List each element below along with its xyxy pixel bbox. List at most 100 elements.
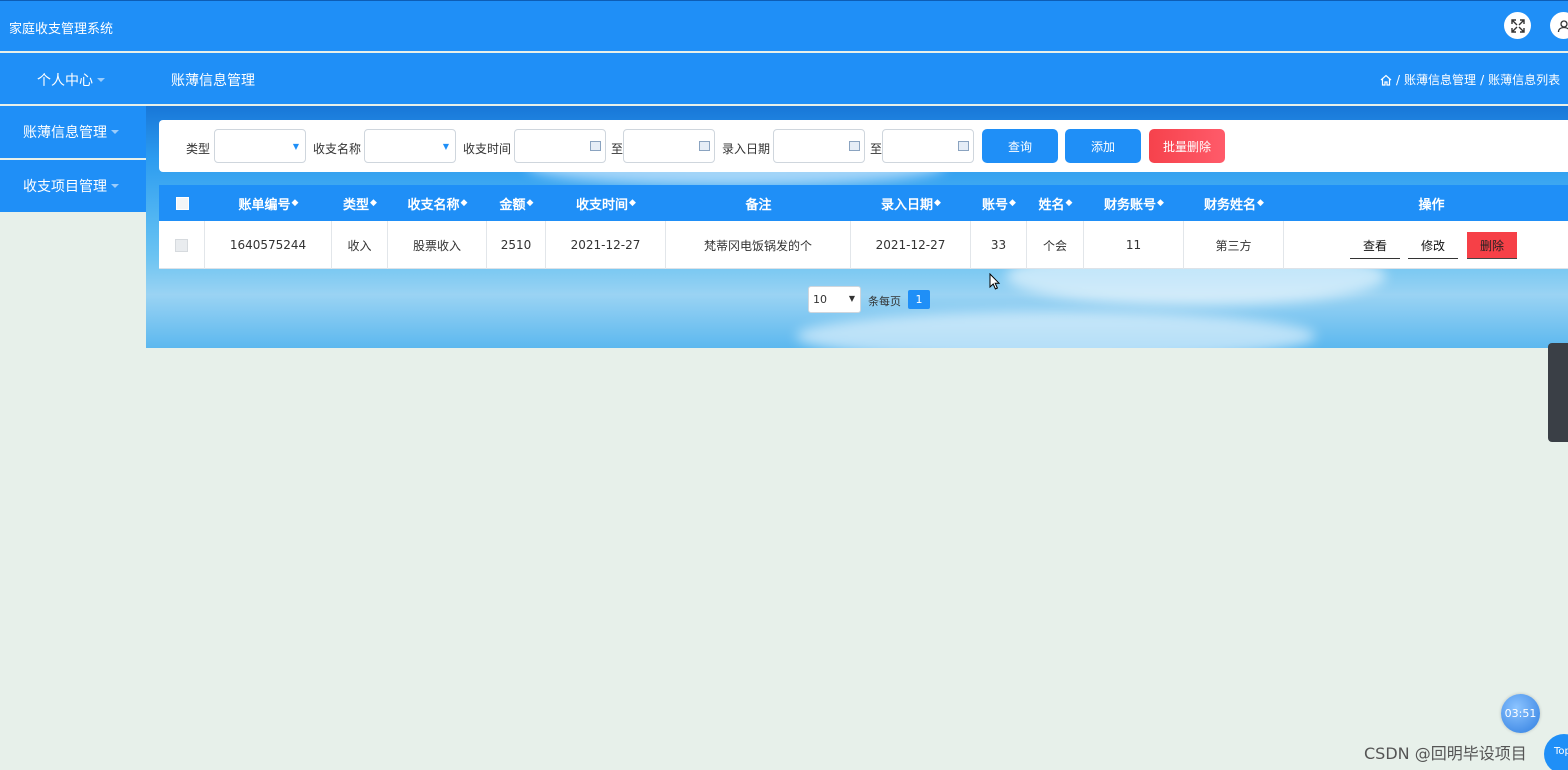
column-header-entry-date[interactable]: 录入日期 ◆	[851, 185, 971, 221]
delete-button[interactable]: 删除	[1467, 232, 1517, 259]
column-header-label: 财务账号	[1104, 197, 1157, 213]
entry-start-input[interactable]	[773, 129, 865, 163]
cell-type: 收入	[332, 221, 388, 269]
mouse-cursor-icon	[989, 273, 1001, 290]
expand-icon	[1510, 18, 1525, 33]
calendar-icon	[849, 141, 860, 151]
sidebar-item-items[interactable]: 收支项目管理	[0, 160, 146, 212]
per-page-label: 条每页	[868, 295, 901, 308]
fullscreen-button[interactable]	[1504, 12, 1531, 39]
column-header-label: 录入日期	[881, 197, 934, 213]
breadcrumb: / 账薄信息管理 / 账薄信息列表	[1380, 71, 1560, 88]
sidebar: 账薄信息管理 收支项目管理	[0, 106, 146, 214]
column-header-label: 收支时间	[576, 197, 629, 213]
caret-down-icon	[111, 184, 119, 188]
breadcrumb-item: 账薄信息列表	[1488, 73, 1561, 87]
view-button[interactable]: 查看	[1350, 232, 1400, 259]
caret-down-icon	[97, 78, 105, 82]
caret-down-icon	[111, 130, 119, 134]
sort-icon: ◆	[1065, 198, 1073, 208]
entry-end-input[interactable]	[882, 129, 974, 163]
column-header-label: 操作	[1418, 197, 1445, 213]
background-cloud	[796, 311, 1316, 348]
time-end-input[interactable]	[623, 129, 715, 163]
column-header-name[interactable]: 收支名称 ◆	[388, 185, 487, 221]
column-header-label: 金额	[499, 197, 526, 213]
watermark: CSDN @回明毕设项目	[1364, 744, 1527, 763]
page-title: 账薄信息管理	[171, 73, 255, 89]
sort-icon: ◆	[1157, 198, 1164, 208]
sort-icon: ◆	[1009, 198, 1016, 208]
column-header-label: 收支名称	[407, 197, 460, 213]
column-header-username[interactable]: 姓名 ◆	[1027, 185, 1084, 221]
personal-center-label: 个人中心	[37, 73, 93, 89]
page-size-select[interactable]: 10 ▼	[808, 286, 861, 313]
cell-actions: 查看 修改 删除	[1284, 221, 1568, 269]
column-header-amount[interactable]: 金额 ◆	[487, 185, 546, 221]
app-title: 家庭收支管理系统	[9, 22, 114, 37]
to-label: 至	[870, 142, 883, 156]
entry-date-label: 录入日期	[722, 142, 771, 156]
breadcrumb-item[interactable]: 账薄信息管理	[1404, 71, 1476, 88]
cell-account: 33	[971, 221, 1027, 269]
sort-icon: ◆	[1257, 198, 1264, 208]
dropdown-arrow-icon: ▼	[442, 142, 449, 151]
column-header-label: 账单编号	[238, 197, 291, 213]
column-header-label: 财务姓名	[1204, 197, 1257, 213]
edit-button[interactable]: 修改	[1408, 232, 1458, 259]
type-label: 类型	[186, 142, 211, 156]
table-header: 账单编号 ◆ 类型 ◆ 收支名称 ◆ 金额 ◆ 收支时间 ◆ 备注 录入日期 ◆ 账号 ◆ 姓…	[159, 185, 1568, 221]
sort-icon: ◆	[629, 198, 636, 208]
personal-center-menu[interactable]: 个人中心	[37, 70, 105, 90]
cell-fin-account: 11	[1084, 221, 1184, 269]
table-row: 1640575244 收入 股票收入 2510 2021-12-27 梵蒂冈电饭…	[159, 221, 1568, 269]
select-all-cell	[159, 185, 205, 221]
cell-bill-no: 1640575244	[205, 221, 332, 269]
sort-icon: ◆	[291, 198, 299, 208]
sort-icon: ◆	[460, 198, 468, 208]
time-start-input[interactable]	[514, 129, 606, 163]
type-select[interactable]: ▼	[214, 129, 306, 163]
sort-icon: ◆	[370, 198, 377, 208]
column-header-fin-name[interactable]: 财务姓名 ◆	[1184, 185, 1284, 221]
cell-amount: 2510	[487, 221, 546, 269]
dropdown-arrow-icon: ▼	[848, 294, 855, 303]
search-button[interactable]: 查询	[982, 129, 1058, 163]
dropdown-arrow-icon: ▼	[292, 142, 299, 151]
column-header-type[interactable]: 类型 ◆	[332, 185, 388, 221]
cell-time: 2021-12-27	[546, 221, 666, 269]
cell-fin-name: 第三方	[1184, 221, 1284, 269]
column-header-label: 姓名	[1038, 197, 1065, 213]
side-panel-handle[interactable]	[1548, 343, 1568, 442]
page-number-current[interactable]: 1	[908, 290, 930, 309]
batch-delete-button[interactable]: 批量删除	[1149, 129, 1225, 163]
column-header-account[interactable]: 账号 ◆	[971, 185, 1027, 221]
user-icon	[1557, 19, 1568, 32]
timer-badge: 03:51	[1501, 694, 1540, 733]
column-header-time[interactable]: 收支时间 ◆	[546, 185, 666, 221]
column-header-fin-account[interactable]: 财务账号 ◆	[1084, 185, 1184, 221]
column-header-bill-no[interactable]: 账单编号 ◆	[205, 185, 332, 221]
calendar-icon	[958, 141, 969, 151]
column-header-note: 备注	[666, 185, 851, 221]
nav-bar: 个人中心 账薄信息管理 / 账薄信息管理 / 账薄信息列表	[0, 53, 1568, 104]
add-button[interactable]: 添加	[1065, 129, 1141, 163]
name-select[interactable]: ▼	[364, 129, 456, 163]
cell-note: 梵蒂冈电饭锅发的个	[666, 221, 851, 269]
to-label: 至	[611, 142, 624, 156]
cell-entry-date: 2021-12-27	[851, 221, 971, 269]
back-to-top-button[interactable]: Top	[1544, 734, 1568, 770]
column-header-actions: 操作	[1284, 185, 1568, 221]
filter-form: 类型 ▼ 收支名称 ▼ 收支时间 至 录入日期 至 查询 添加 批量删除	[159, 120, 1568, 172]
user-button[interactable]	[1550, 12, 1568, 39]
home-icon[interactable]	[1380, 74, 1392, 86]
sidebar-item-label: 收支项目管理	[23, 179, 107, 195]
sort-icon: ◆	[526, 198, 534, 208]
sidebar-item-ledger[interactable]: 账薄信息管理	[0, 106, 146, 158]
top-header: 家庭收支管理系统	[0, 0, 1568, 51]
row-checkbox[interactable]	[175, 238, 188, 252]
breadcrumb-separator: /	[1396, 72, 1401, 87]
cell-name: 股票收入	[388, 221, 487, 269]
select-all-checkbox[interactable]	[175, 196, 189, 210]
name-label: 收支名称	[313, 142, 362, 156]
